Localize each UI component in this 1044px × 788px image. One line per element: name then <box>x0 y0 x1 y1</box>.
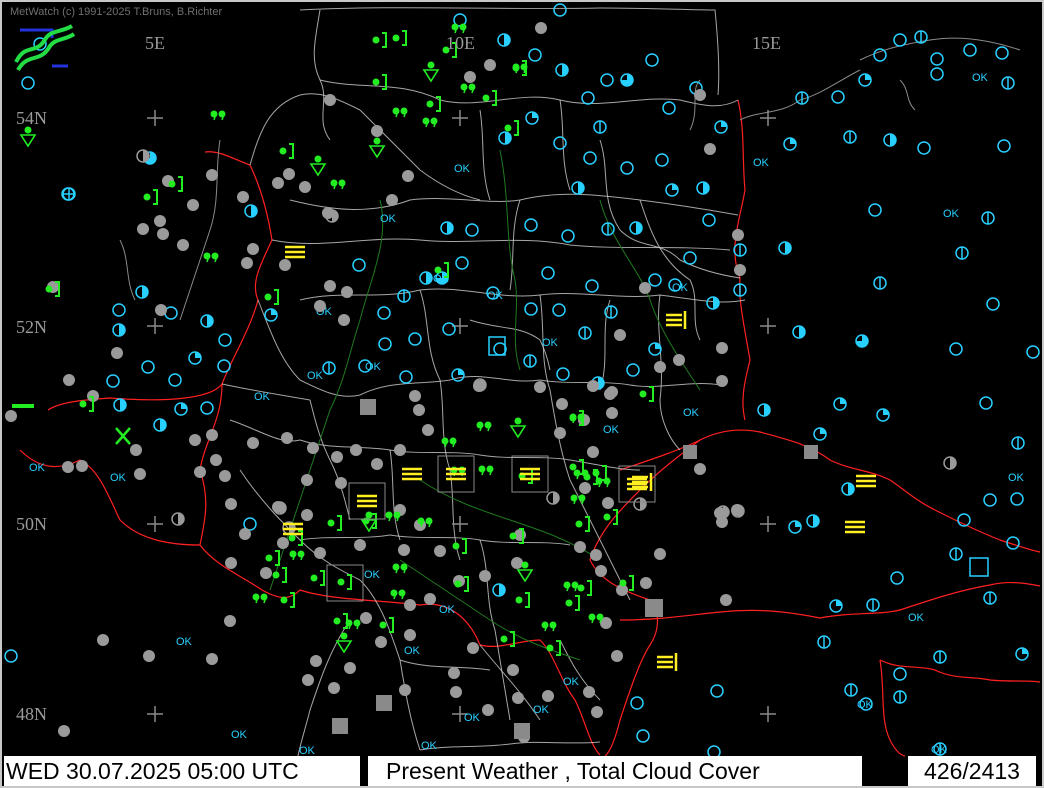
lon-label-10e: 10E <box>446 33 475 53</box>
status-bar: WED 30.07.2025 05:00 UTC Present Weather… <box>4 756 1040 786</box>
station-count: 426/2413 <box>908 756 1036 786</box>
lat-label-50n: 50N <box>16 514 47 534</box>
lon-label-15e: 15E <box>752 33 781 53</box>
lon-label-5e: 5E <box>145 33 165 53</box>
lat-label-48n: 48N <box>16 704 47 724</box>
map-frame <box>0 0 1044 788</box>
metwatch-logo-icon <box>14 24 76 72</box>
lat-label-52n: 52N <box>16 317 47 337</box>
lat-label-54n: 54N <box>16 108 47 128</box>
datetime-label: WED 30.07.2025 05:00 UTC <box>4 756 360 786</box>
copyright-text: MetWatch (c) 1991-2025 T.Bruns, B.Richte… <box>10 6 223 18</box>
product-title: Present Weather , Total Cloud Cover <box>368 756 862 786</box>
